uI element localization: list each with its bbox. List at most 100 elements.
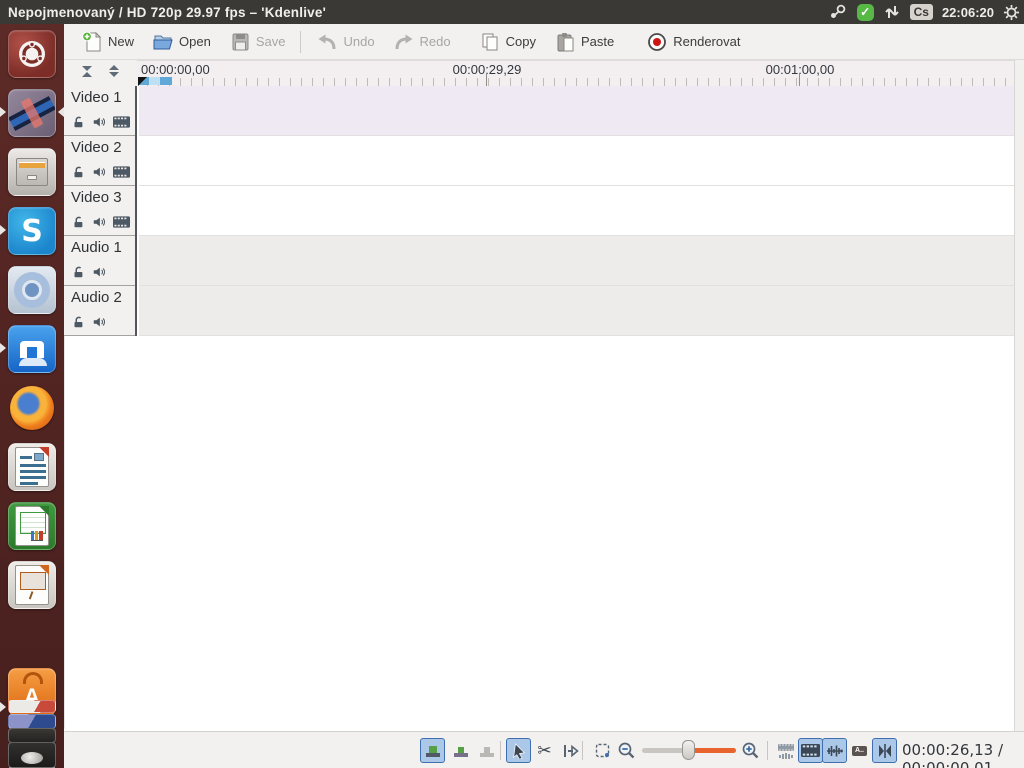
focused-indicator-arrow [53,107,64,117]
timeline-scrollbar-area[interactable] [1014,60,1024,731]
button-label: New [108,34,134,49]
normal-edit-mode-button[interactable] [420,738,445,763]
undo-button[interactable]: Undo [307,27,383,57]
mute-icon[interactable] [92,315,106,329]
running-indicator-arrow [0,225,11,235]
mute-icon[interactable] [92,165,106,179]
launcher-item-libreoffice-writer[interactable] [8,443,56,491]
overwrite-edit-mode-button[interactable] [448,738,473,763]
edit-mode-icon [424,742,442,760]
show-marker-comments-button[interactable]: A.. [847,738,872,763]
launcher-item-chromium[interactable] [8,266,56,314]
timeline-tracks-area[interactable] [139,86,1014,336]
hide-video-icon[interactable] [113,216,130,228]
redo-button[interactable]: Redo [384,27,460,57]
lock-icon[interactable] [71,315,85,329]
mute-icon[interactable] [92,115,106,129]
lock-icon[interactable] [71,265,85,279]
hide-video-icon[interactable] [113,116,130,128]
insert-edit-mode-button[interactable] [474,738,499,763]
status-check-icon[interactable]: ✓ [857,4,874,21]
track-name: Video 2 [71,139,135,156]
show-video-thumbnails-button[interactable] [798,738,823,763]
statusbar-separator [582,741,583,760]
launcher-item-skype[interactable]: S [8,207,56,255]
zoom-out-button[interactable] [614,738,639,763]
button-label: Undo [343,34,374,49]
launcher-stacked-app[interactable] [8,728,56,743]
button-label: Redo [420,34,451,49]
playhead-marker[interactable] [138,77,147,86]
statusbar-separator [767,741,768,760]
track-row-audio-1[interactable] [139,236,1014,286]
clock[interactable]: 22:06:20 [942,5,994,20]
spacer-arrow-icon [562,742,580,760]
copy-button[interactable]: Copy [470,27,545,57]
mute-icon[interactable] [92,265,106,279]
writer-document-icon [15,447,49,487]
timecode-display[interactable]: 00:00:26,13 / 00:00:00,01 [902,741,1024,768]
razor-tool-button[interactable]: ✂ [532,738,557,763]
track-row-video-1[interactable] [139,86,1014,136]
launcher-item-trash[interactable] [8,742,56,768]
collapse-tracks-icon[interactable] [80,64,94,83]
show-audio-thumbnails-button[interactable] [822,738,847,763]
fit-zoom-icon [594,742,612,760]
launcher-item-maxthon[interactable] [8,325,56,373]
track-row-video-3[interactable] [139,186,1014,236]
track-header-video-2[interactable]: Video 2 [64,136,135,186]
cursor-icon [511,743,527,759]
launcher-stacked-app[interactable] [8,714,56,729]
launcher-item-firefox[interactable] [8,384,56,432]
track-headers-column: Video 1 Video 2 Video 3 Au [64,86,137,336]
spacer-tool-button[interactable] [558,738,583,763]
launcher-stacked-app[interactable] [8,700,56,713]
zoom-in-icon [741,741,760,760]
keyboard-layout-indicator[interactable]: Cs [910,4,933,20]
open-button[interactable]: Open [143,27,220,57]
button-label: Copy [506,34,536,49]
ubuntu-logo-icon [16,38,48,70]
timeline-ruler[interactable]: 00:00:00,00 00:00:29,29 00:01:00,00 [137,60,1014,86]
lock-icon[interactable] [71,115,85,129]
file-cabinet-icon [16,158,48,186]
paste-button[interactable]: Paste [545,27,623,57]
save-button[interactable]: Save [220,27,295,57]
launcher-item-file-manager[interactable] [8,148,56,196]
track-header-video-1[interactable]: Video 1 [64,86,135,136]
running-indicator-arrow [0,702,11,712]
track-height-icon[interactable] [107,64,121,83]
network-arrows-icon[interactable] [883,4,901,20]
track-header-video-3[interactable]: Video 3 [64,186,135,236]
render-button[interactable]: Renderovat [637,27,749,57]
track-row-video-2[interactable] [139,136,1014,186]
launcher-item-ubuntu-dash[interactable] [8,30,56,78]
lock-icon[interactable] [71,165,85,179]
mute-icon[interactable] [92,215,106,229]
session-gear-icon[interactable] [1003,4,1020,21]
crumpled-paper-icon [21,752,43,764]
firefox-logo-icon [10,386,54,430]
new-button[interactable]: New [72,27,143,57]
zoom-in-button[interactable] [738,738,763,763]
track-header-audio-1[interactable]: Audio 1 [64,236,135,286]
steam-icon[interactable] [828,3,848,21]
lock-icon[interactable] [71,215,85,229]
launcher-item-kdenlive[interactable] [8,89,56,137]
cloud-icon [19,358,47,366]
window-title: Nepojmenovaný / HD 720p 29.97 fps – 'Kde… [0,5,326,20]
track-name: Audio 1 [71,239,135,256]
zoom-slider-handle[interactable] [682,740,695,760]
launcher-item-libreoffice-impress[interactable] [8,561,56,609]
launcher-item-libreoffice-calc[interactable] [8,502,56,550]
select-tool-button[interactable] [506,738,531,763]
hide-video-icon[interactable] [113,166,130,178]
track-row-audio-2[interactable] [139,286,1014,336]
open-folder-icon [152,31,174,53]
zoom-out-icon [617,741,636,760]
running-indicator-arrow [0,343,11,353]
track-size-button[interactable] [773,738,798,763]
track-header-audio-2[interactable]: Audio 2 [64,286,135,336]
fit-zoom-button[interactable] [590,738,615,763]
snap-button[interactable] [872,738,897,763]
